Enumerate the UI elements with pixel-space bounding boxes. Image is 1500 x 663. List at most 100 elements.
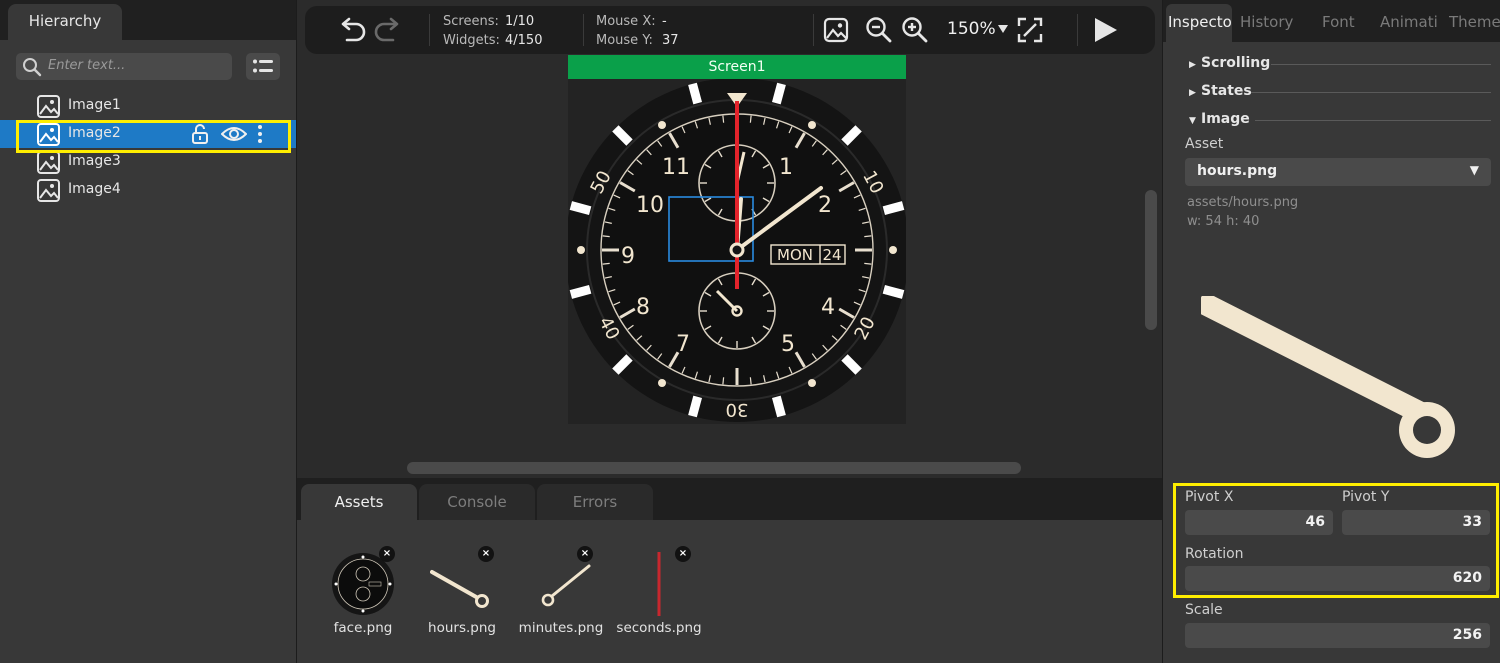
tab-assets[interactable]: Assets <box>301 484 417 520</box>
tab-animation[interactable]: Animati <box>1380 4 1442 42</box>
chevron-down-icon[interactable] <box>997 24 1009 34</box>
chevron-right-icon: ▶ <box>1189 60 1196 70</box>
hierarchy-tree: Image1 Image2 Image3 Image4 <box>0 92 296 204</box>
widgets-label: Widgets: <box>443 33 500 48</box>
play-icon[interactable] <box>1091 16 1119 44</box>
dial-numeral-2: 2 <box>818 193 832 218</box>
tab-font[interactable]: Font <box>1322 4 1362 42</box>
asset-dimensions: w: 54 h: 40 <box>1187 214 1260 229</box>
remove-asset-button[interactable]: × <box>577 546 593 562</box>
editor-window: Hierarchy Enter text... Image1 Image2 Im… <box>0 0 1500 663</box>
visibility-eye-icon[interactable] <box>221 124 247 144</box>
tab-themes[interactable]: Themes <box>1449 4 1500 42</box>
dial-numeral-1: 1 <box>779 155 793 180</box>
minute-tick <box>749 377 752 385</box>
vertical-scrollbar[interactable] <box>1145 190 1157 330</box>
section-scrolling[interactable]: ▶ Scrolling <box>1189 55 1270 75</box>
widgets-value: 4/150 <box>505 33 543 48</box>
inspector-panel: Inspecto History Font Animati Themes ▶Sc… <box>1162 0 1500 663</box>
tab-console[interactable]: Console <box>419 484 535 520</box>
asset-select[interactable]: hours.png ▼ <box>1185 158 1491 186</box>
rotation-input[interactable]: 620 <box>1185 566 1490 591</box>
tree-item-image4[interactable]: Image4 <box>0 176 296 204</box>
asset-face[interactable]: × face.png <box>317 546 409 646</box>
toolbar-divider <box>813 14 814 46</box>
section-divider <box>1251 92 1491 93</box>
asset-path: assets/hours.png <box>1187 195 1299 210</box>
remove-asset-button[interactable]: × <box>379 546 395 562</box>
tree-item-image3[interactable]: Image3 <box>0 148 296 176</box>
tree-item-label: Image2 <box>68 125 121 141</box>
asset-name: hours.png <box>428 620 496 636</box>
pivot-x-input[interactable]: 46 <box>1185 510 1333 535</box>
undo-icon[interactable] <box>337 15 369 45</box>
image-icon <box>37 179 60 202</box>
chevron-down-icon: ▼ <box>1189 116 1196 126</box>
bezel-marker <box>688 82 703 105</box>
bezel-marker <box>771 82 786 105</box>
asset-label: Asset <box>1185 136 1224 152</box>
list-view-button[interactable] <box>246 53 280 80</box>
date-number: 24 <box>822 246 841 264</box>
tab-errors[interactable]: Errors <box>537 484 653 520</box>
minute-tick <box>722 377 725 385</box>
section-divider <box>1271 64 1491 65</box>
tree-item-label: Image4 <box>68 181 121 197</box>
dial-numeral-9: 9 <box>621 244 635 269</box>
tree-item-image1[interactable]: Image1 <box>0 92 296 120</box>
bezel-numeral-30: 30 <box>726 399 749 420</box>
screen-title-tab[interactable]: Screen1 <box>568 55 906 79</box>
bottom-panel: Assets Console Errors × face.png × hours… <box>297 478 1163 663</box>
section-states[interactable]: ▶ States <box>1189 83 1252 103</box>
tab-hierarchy[interactable]: Hierarchy <box>8 4 122 40</box>
minute-tick <box>602 235 610 238</box>
section-divider <box>1255 120 1491 121</box>
asset-hours[interactable]: × hours.png <box>416 546 508 646</box>
section-image[interactable]: ▼ Image <box>1189 111 1250 131</box>
tree-item-image2[interactable]: Image2 <box>0 120 296 148</box>
asset-name: face.png <box>333 620 393 636</box>
chevron-down-icon: ▼ <box>1469 163 1479 177</box>
dial-numeral-10: 10 <box>636 193 664 218</box>
screens-value: 1/10 <box>505 14 535 29</box>
minute-tick <box>602 262 610 265</box>
image-icon <box>37 95 60 118</box>
minute-tick <box>864 262 872 265</box>
dial-numeral-7: 7 <box>676 332 690 357</box>
more-options-icon[interactable] <box>256 124 264 144</box>
zoom-level-dropdown[interactable]: 150% <box>947 19 996 39</box>
bezel-marker <box>569 201 592 216</box>
remove-asset-button[interactable]: × <box>478 546 494 562</box>
scale-input[interactable]: 256 <box>1185 623 1490 648</box>
scale-label: Scale <box>1185 602 1223 618</box>
asset-seconds[interactable]: × seconds.png <box>613 546 705 646</box>
search-input[interactable]: Enter text... <box>16 53 232 80</box>
pivot-y-input[interactable]: 33 <box>1342 510 1490 535</box>
image-background-icon[interactable] <box>823 17 849 43</box>
canvas-area: Screens: 1/10 Widgets: 4/150 Mouse X: - … <box>296 0 1163 663</box>
redo-icon[interactable] <box>371 15 403 45</box>
tab-inspector[interactable]: Inspecto <box>1166 4 1232 42</box>
horizontal-scrollbar[interactable] <box>407 462 1021 474</box>
mouse-x-label: Mouse X: <box>596 14 656 29</box>
bezel-marker <box>882 284 905 299</box>
remove-asset-button[interactable]: × <box>675 546 691 562</box>
fit-to-screen-icon[interactable] <box>1017 17 1043 43</box>
image-icon <box>37 151 60 174</box>
assets-grid: × face.png × hours.png × minutes.png × s… <box>297 520 1163 663</box>
asset-name: seconds.png <box>616 620 702 636</box>
bezel-marker <box>688 395 703 418</box>
zoom-out-icon[interactable] <box>865 16 893 44</box>
dial-numeral-11: 11 <box>662 155 690 180</box>
watch-face-canvas[interactable]: 11 1 10 2 9 8 4 7 5 50 10 40 20 30 MON 2… <box>568 79 906 424</box>
tree-item-label: Image1 <box>68 97 121 113</box>
hierarchy-tabbar: Hierarchy <box>0 0 296 40</box>
pivot-y-label: Pivot Y <box>1342 489 1390 505</box>
dial-numeral-4: 4 <box>821 295 835 320</box>
tab-history[interactable]: History <box>1240 4 1304 42</box>
unlock-icon[interactable] <box>191 124 209 144</box>
zoom-in-icon[interactable] <box>901 16 929 44</box>
asset-minutes[interactable]: × minutes.png <box>515 546 607 646</box>
mouse-y-value: 37 <box>662 33 679 48</box>
screens-label: Screens: <box>443 14 499 29</box>
